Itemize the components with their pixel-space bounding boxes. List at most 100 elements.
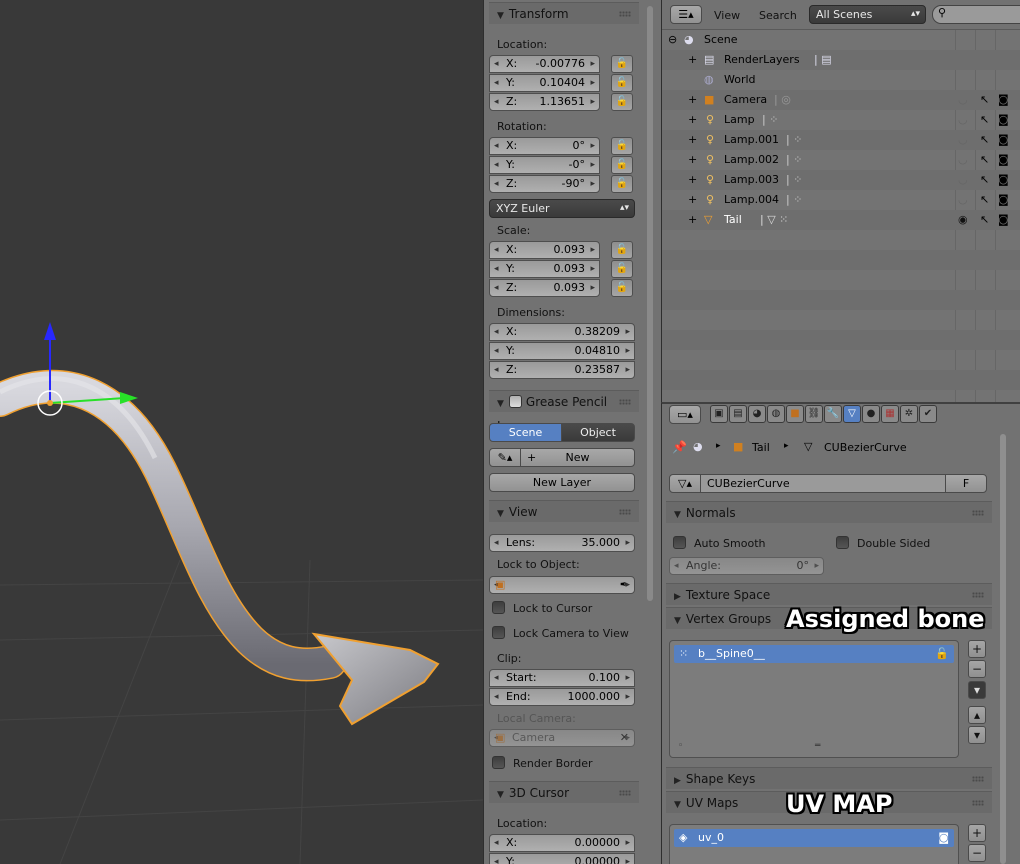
scene-tab-icon[interactable]: ◕ bbox=[748, 405, 766, 423]
uv-map-item[interactable]: ◈ uv_0 ◙ bbox=[674, 829, 954, 847]
cursor-y-field[interactable]: Y:0.00000 bbox=[489, 853, 635, 864]
drag-grip-icon[interactable] bbox=[972, 776, 984, 782]
eye-icon[interactable]: ◡ bbox=[958, 90, 968, 110]
drag-grip-icon[interactable] bbox=[972, 800, 984, 806]
outliner-row-lamp001[interactable]: + ♀ Lamp.001 | ⁘ ◡ ↖ ◙ bbox=[662, 130, 1020, 150]
outliner-row-camera[interactable]: + ■ Camera | ◎ ◡ ↖ ◙ bbox=[662, 90, 1020, 110]
render-border-checkbox[interactable] bbox=[492, 756, 505, 769]
new-gpencil-button[interactable]: + New bbox=[520, 448, 635, 467]
outliner-row-lamp004[interactable]: + ♀ Lamp.004 | ⁘ ◡ ↖ ◙ bbox=[662, 190, 1020, 210]
location-z-field[interactable]: Z:1.13651 bbox=[489, 93, 600, 111]
pin-icon[interactable]: 📌 bbox=[672, 440, 687, 454]
move-down-button[interactable]: ▾ bbox=[968, 726, 986, 744]
grease-pencil-checkbox[interactable] bbox=[508, 395, 522, 408]
texture-tab-icon[interactable]: ▦ bbox=[881, 405, 899, 423]
drag-grip-icon[interactable] bbox=[619, 509, 631, 515]
modifiers-tab-icon[interactable]: 🔧 bbox=[824, 405, 842, 423]
double-sided-checkbox[interactable] bbox=[836, 536, 849, 549]
outliner-row-lamp003[interactable]: + ♀ Lamp.003 | ⁘ ◡ ↖ ◙ bbox=[662, 170, 1020, 190]
location-x-field[interactable]: X:-0.00776 bbox=[489, 55, 600, 73]
3d-viewport[interactable] bbox=[0, 0, 483, 864]
rotation-z-field[interactable]: Z:-90° bbox=[489, 175, 600, 193]
lock-icon[interactable]: 🔓 bbox=[935, 645, 949, 663]
cursor-select-icon[interactable]: ↖ bbox=[980, 190, 989, 210]
grease-object-tab[interactable]: Object bbox=[561, 423, 635, 442]
lock-camera-checkbox[interactable] bbox=[492, 626, 505, 639]
eyedropper-icon[interactable]: ✒ bbox=[620, 577, 629, 593]
vertex-group-item[interactable]: ⁙ b__Spine0__ 🔓 bbox=[674, 645, 954, 663]
remove-vertex-group-button[interactable]: − bbox=[968, 660, 986, 678]
display-mode-select[interactable]: All Scenes ▴▾ bbox=[809, 5, 926, 24]
cursor-select-icon[interactable]: ↖ bbox=[980, 130, 989, 150]
npanel-scrollbar[interactable] bbox=[647, 6, 653, 601]
outliner-row-world[interactable]: ◍ World bbox=[662, 70, 1020, 90]
cursor-select-icon[interactable]: ↖ bbox=[980, 210, 989, 230]
clip-start-field[interactable]: Start:0.100 bbox=[489, 669, 635, 687]
datablock-name-input[interactable]: CUBezierCurve bbox=[700, 474, 946, 493]
viewport-canvas[interactable] bbox=[0, 0, 483, 864]
transform-panel-header[interactable]: ▼ Transform bbox=[489, 2, 639, 24]
grease-pencil-panel-header[interactable]: ▼Grease Pencil Layers bbox=[489, 390, 639, 433]
scale-z-field[interactable]: Z:0.093 bbox=[489, 279, 600, 297]
dimensions-x-field[interactable]: X:0.38209 bbox=[489, 323, 635, 341]
drag-grip-icon[interactable] bbox=[972, 592, 984, 598]
eye-icon[interactable]: ◡ bbox=[958, 150, 968, 170]
lock-object-field[interactable]: ▣✒ bbox=[489, 576, 635, 594]
material-tab-icon[interactable]: ● bbox=[862, 405, 880, 423]
constraints-tab-icon[interactable]: ⛓ bbox=[805, 405, 823, 423]
resize-handle-icon[interactable]: ═ bbox=[815, 741, 820, 751]
add-vertex-group-button[interactable]: + bbox=[968, 640, 986, 658]
lock-icon[interactable]: 🔓 bbox=[611, 137, 633, 155]
eye-icon[interactable]: ◉ bbox=[958, 210, 968, 230]
expand-icon[interactable]: + bbox=[688, 210, 697, 230]
scale-x-field[interactable]: X:0.093 bbox=[489, 241, 600, 259]
remove-uv-map-button[interactable]: − bbox=[968, 844, 986, 862]
world-tab-icon[interactable]: ◍ bbox=[767, 405, 785, 423]
editor-type-icon[interactable]: ▭▴ bbox=[669, 405, 701, 424]
expand-icon[interactable]: + bbox=[688, 90, 697, 110]
pencil-icon[interactable]: ✎▴ bbox=[489, 448, 521, 467]
expand-icon[interactable]: + bbox=[688, 130, 697, 150]
properties-region-n-panel[interactable]: ▼ Transform Location: X:-0.00776 Y:0.1040… bbox=[483, 0, 661, 864]
cursor-x-field[interactable]: X:0.00000 bbox=[489, 834, 635, 852]
lock-icon[interactable]: 🔓 bbox=[611, 74, 633, 92]
shape-keys-panel-header[interactable]: ▶ Shape Keys bbox=[666, 767, 992, 789]
lens-field[interactable]: Lens:35.000 bbox=[489, 534, 635, 552]
lock-icon[interactable]: 🔓 bbox=[611, 241, 633, 259]
outliner-row-scene[interactable]: ⊖ ◕ Scene bbox=[662, 30, 1020, 50]
expand-icon[interactable]: + bbox=[688, 110, 697, 130]
particles-tab-icon[interactable]: ✲ bbox=[900, 405, 918, 423]
view-panel-header[interactable]: ▼ View bbox=[489, 500, 639, 522]
drag-grip-icon[interactable] bbox=[619, 790, 631, 796]
eye-icon[interactable]: ◡ bbox=[958, 130, 968, 150]
outliner-row-tail[interactable]: + ▽ Tail | ▽ ⁙ ◉ ↖ ◙ bbox=[662, 210, 1020, 230]
rotation-x-field[interactable]: X:0° bbox=[489, 137, 600, 155]
lock-icon[interactable]: 🔓 bbox=[611, 279, 633, 297]
grease-scene-tab[interactable]: Scene bbox=[489, 423, 562, 442]
collapse-icon[interactable]: ⊖ bbox=[668, 30, 677, 50]
drag-grip-icon[interactable] bbox=[972, 510, 984, 516]
outliner-row-lamp002[interactable]: + ♀ Lamp.002 | ⁘ ◡ ↖ ◙ bbox=[662, 150, 1020, 170]
editor-type-icon[interactable]: ☰▴ bbox=[670, 5, 702, 24]
expand-icon[interactable]: + bbox=[688, 190, 697, 210]
scale-y-field[interactable]: Y:0.093 bbox=[489, 260, 600, 278]
physics-tab-icon[interactable]: ✔ bbox=[919, 405, 937, 423]
render-camera-icon[interactable]: ◙ bbox=[998, 150, 1009, 170]
expand-icon[interactable]: + bbox=[688, 170, 697, 190]
render-camera-icon[interactable]: ◙ bbox=[998, 170, 1009, 190]
render-camera-icon[interactable]: ◙ bbox=[938, 829, 949, 847]
render-tab-icon[interactable]: ▣ bbox=[710, 405, 728, 423]
render-camera-icon[interactable]: ◙ bbox=[998, 190, 1009, 210]
lock-icon[interactable]: 🔓 bbox=[611, 175, 633, 193]
eye-icon[interactable]: ◡ bbox=[958, 110, 968, 130]
drag-grip-icon[interactable] bbox=[619, 399, 631, 405]
render-camera-icon[interactable]: ◙ bbox=[998, 130, 1009, 150]
add-uv-map-button[interactable]: + bbox=[968, 824, 986, 842]
rotation-y-field[interactable]: Y:-0° bbox=[489, 156, 600, 174]
render-camera-icon[interactable]: ◙ bbox=[998, 110, 1009, 130]
outliner-editor[interactable]: ☰▴ View Search All Scenes ▴▾ ⚲ ⊖ ◕ Scene + ▤… bbox=[661, 0, 1020, 402]
outliner-row-renderlayers[interactable]: + ▤ RenderLayers | ▤ bbox=[662, 50, 1020, 70]
outliner-search-menu[interactable]: Search bbox=[759, 9, 797, 22]
auto-smooth-checkbox[interactable] bbox=[673, 536, 686, 549]
vertex-group-specials-button[interactable]: ▾ bbox=[968, 681, 986, 699]
